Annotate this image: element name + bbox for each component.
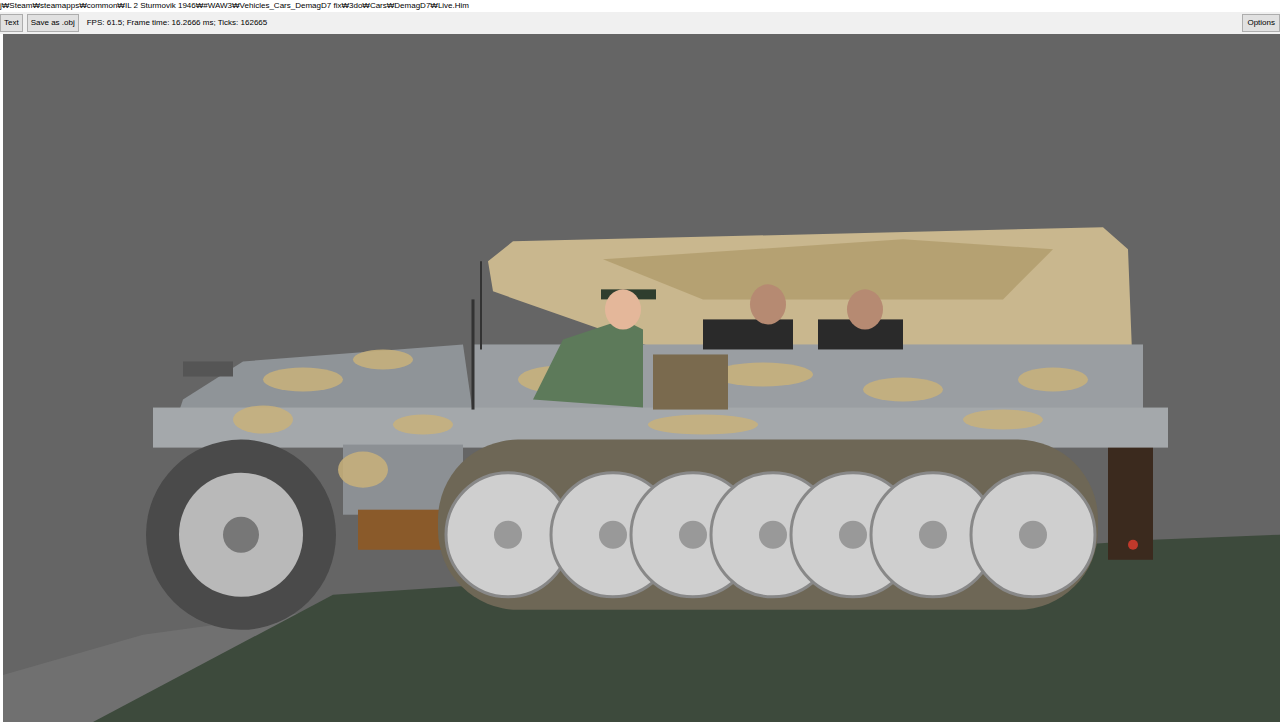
- toolbar-button[interactable]: Save as .obj: [27, 14, 79, 32]
- status-text: FPS: 61.5; Frame time: 16.2666 ms; Ticks…: [87, 17, 268, 29]
- vehicle-model[interactable]: [3, 34, 1280, 722]
- toolbar-button[interactable]: Text: [0, 14, 23, 32]
- toolbar: TextSave as .obj FPS: 61.5; Frame time: 1…: [0, 12, 1280, 34]
- viewport[interactable]: [3, 34, 1280, 722]
- title-bar: j₩Steam₩steamapps₩common₩IL 2 Sturmovik …: [0, 0, 1280, 12]
- app-window: j₩Steam₩steamapps₩common₩IL 2 Sturmovik …: [0, 0, 1280, 722]
- options-button[interactable]: Options: [1242, 14, 1280, 32]
